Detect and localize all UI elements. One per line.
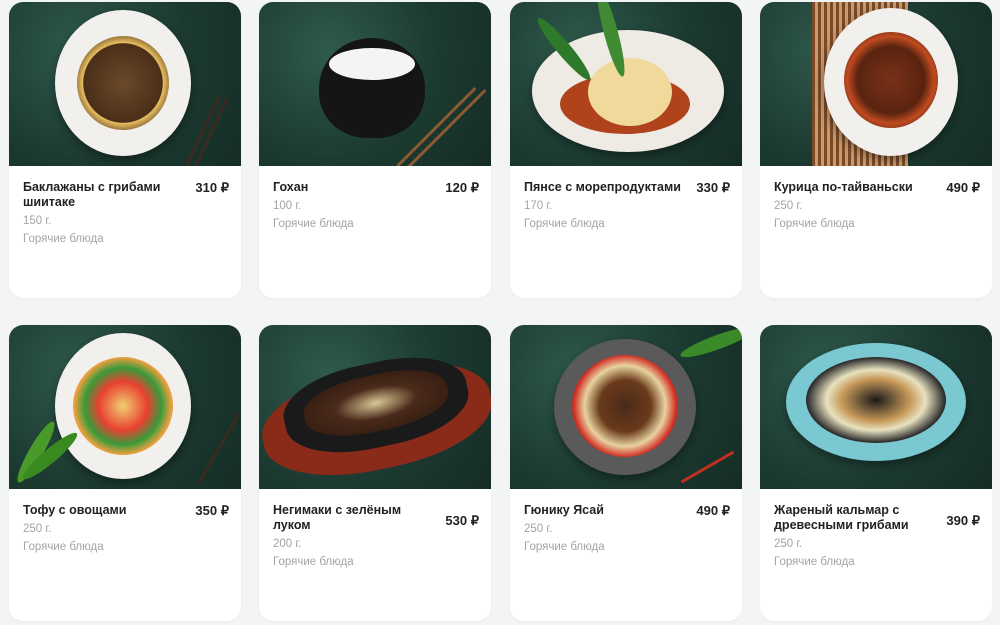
- dish-weight: 150 г.: [23, 215, 52, 227]
- dish-weight: 200 г.: [273, 538, 302, 550]
- dish-card[interactable]: Пянсе с морепродуктами 330 ₽ 170 г. Горя…: [510, 2, 742, 298]
- dish-price: 390 ₽: [946, 513, 980, 528]
- dish-card[interactable]: Гохан 120 ₽ 100 г. Горячие блюда: [259, 2, 491, 298]
- dish-price: 120 ₽: [445, 180, 479, 195]
- dish-price: 530 ₽: [445, 513, 479, 528]
- dish-category: Горячие блюда: [774, 556, 855, 568]
- dish-card[interactable]: Курица по-тайваньски 490 ₽ 250 г. Горячи…: [760, 2, 992, 298]
- dish-card[interactable]: Негимаки с зелёным луком 530 ₽ 200 г. Го…: [259, 325, 491, 621]
- negimaki-sizzling-plate-photo: [259, 325, 491, 489]
- dish-weight: 100 г.: [273, 200, 302, 212]
- tofu-vegetables-photo: [9, 325, 241, 489]
- dish-weight: 250 г.: [774, 538, 803, 550]
- dish-weight: 250 г.: [23, 523, 52, 535]
- dish-price: 490 ₽: [696, 503, 730, 518]
- dish-weight: 250 г.: [774, 200, 803, 212]
- dish-card[interactable]: Гюнику Ясай 490 ₽ 250 г. Горячие блюда: [510, 325, 742, 621]
- taiwan-chicken-photo: [760, 2, 992, 166]
- dish-category: Горячие блюда: [273, 556, 354, 568]
- fried-squid-wood-mushrooms-photo: [760, 325, 992, 489]
- gyuniku-yasai-photo: [510, 325, 742, 489]
- dish-name: Пянсе с морепродуктами: [524, 180, 681, 194]
- rice-bowl-photo: [259, 2, 491, 166]
- dish-category: Горячие блюда: [23, 541, 104, 553]
- eggplant-shiitake-dish-photo: [9, 2, 241, 166]
- dish-name: Негимаки с зелёным луком: [273, 503, 402, 532]
- dish-card[interactable]: Жареный кальмар с древесными грибами 390…: [760, 325, 992, 621]
- dish-category: Горячие блюда: [524, 218, 605, 230]
- dish-price: 490 ₽: [946, 180, 980, 195]
- dish-weight: 170 г.: [524, 200, 553, 212]
- dish-price: 310 ₽: [195, 180, 229, 195]
- dish-card[interactable]: Баклажаны с грибами шиитаке 310 ₽ 150 г.…: [9, 2, 241, 298]
- dish-category: Горячие блюда: [774, 218, 855, 230]
- dish-price: 350 ₽: [195, 503, 229, 518]
- steamed-bun-seafood-photo: [510, 2, 742, 166]
- dish-name: Тофу с овощами: [23, 503, 127, 517]
- dish-name: Жареный кальмар с древесными грибами: [774, 503, 909, 532]
- dish-price: 330 ₽: [696, 180, 730, 195]
- dish-name: Гюнику Ясай: [524, 503, 604, 517]
- menu-grid: Баклажаны с грибами шиитаке 310 ₽ 150 г.…: [0, 0, 1000, 625]
- dish-category: Горячие блюда: [273, 218, 354, 230]
- dish-name: Баклажаны с грибами шиитаке: [23, 180, 161, 209]
- dish-weight: 250 г.: [524, 523, 553, 535]
- dish-name: Гохан: [273, 180, 309, 194]
- dish-category: Горячие блюда: [524, 541, 605, 553]
- dish-category: Горячие блюда: [23, 233, 104, 245]
- dish-name: Курица по-тайваньски: [774, 180, 913, 194]
- dish-card[interactable]: Тофу с овощами 350 ₽ 250 г. Горячие блюд…: [9, 325, 241, 621]
